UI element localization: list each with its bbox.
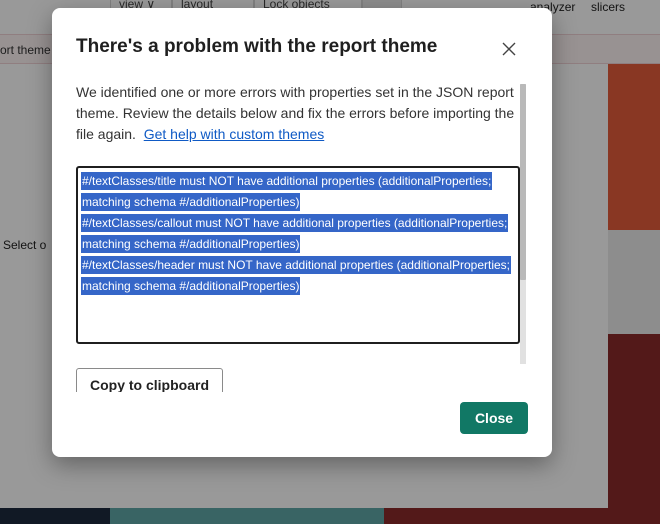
copy-to-clipboard-button[interactable]: Copy to clipboard <box>76 368 223 392</box>
close-button[interactable]: Close <box>460 402 528 434</box>
help-link[interactable]: Get help with custom themes <box>144 126 325 142</box>
error-line: #/textClasses/title must NOT have additi… <box>81 172 493 190</box>
error-line: #/textClasses/callout must NOT have addi… <box>81 214 509 232</box>
error-line: matching schema #/additionalProperties) <box>81 277 301 295</box>
error-details-textarea[interactable]: #/textClasses/title must NOT have additi… <box>76 166 520 344</box>
dialog-description: We identified one or more errors with pr… <box>76 82 522 145</box>
dialog-title: There's a problem with the report theme <box>76 36 438 57</box>
scrollbar-thumb[interactable] <box>520 84 526 280</box>
theme-error-dialog: There's a problem with the report theme … <box>52 8 552 457</box>
error-line: #/textClasses/header must NOT have addit… <box>81 256 512 274</box>
close-icon[interactable] <box>499 39 519 59</box>
error-line: matching schema #/additionalProperties) <box>81 193 301 211</box>
error-line: matching schema #/additionalProperties) <box>81 235 301 253</box>
dialog-body[interactable]: We identified one or more errors with pr… <box>52 74 552 392</box>
